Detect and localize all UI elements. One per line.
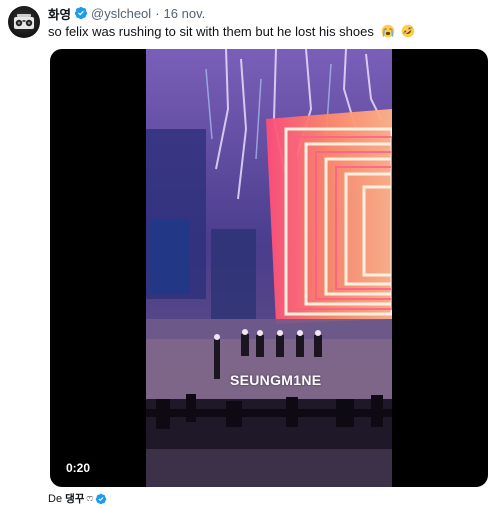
verified-badge-icon [74,6,88,20]
tweet-card: 화영 @yslcheol · 16 nov. so felix was rush… [0,0,497,508]
tweet-header: 화영 @yslcheol · 16 nov. [48,4,206,23]
tweet-text-body: so felix was rushing to sit with them bu… [48,24,374,39]
source-attribution: De 댕꾸 ෆ [48,491,110,506]
separator-dot: · [155,5,160,21]
avatar[interactable] [8,6,40,38]
attribution-prefix: De [48,492,63,505]
tweet-date[interactable]: 16 nov. [164,6,206,21]
author-handle[interactable]: @yslcheol [91,6,151,21]
tweet-text: so felix was rushing to sit with them bu… [48,24,415,39]
attribution-name[interactable]: 댕꾸 [65,491,84,506]
author-name[interactable]: 화영 [48,4,71,23]
boombox-icon [14,14,34,29]
attribution-symbol: ෆ [86,493,94,504]
verified-badge-icon [95,493,107,504]
video-duration: 0:20 [60,459,97,477]
loudly-crying-face-icon [381,24,394,38]
video-watermark: SEUNGM1NE [230,372,322,388]
video-player[interactable]: SEUNGM1NE 0:20 [50,49,488,487]
video-frame-image [146,49,392,487]
rolling-on-floor-laughing-icon [401,24,415,38]
